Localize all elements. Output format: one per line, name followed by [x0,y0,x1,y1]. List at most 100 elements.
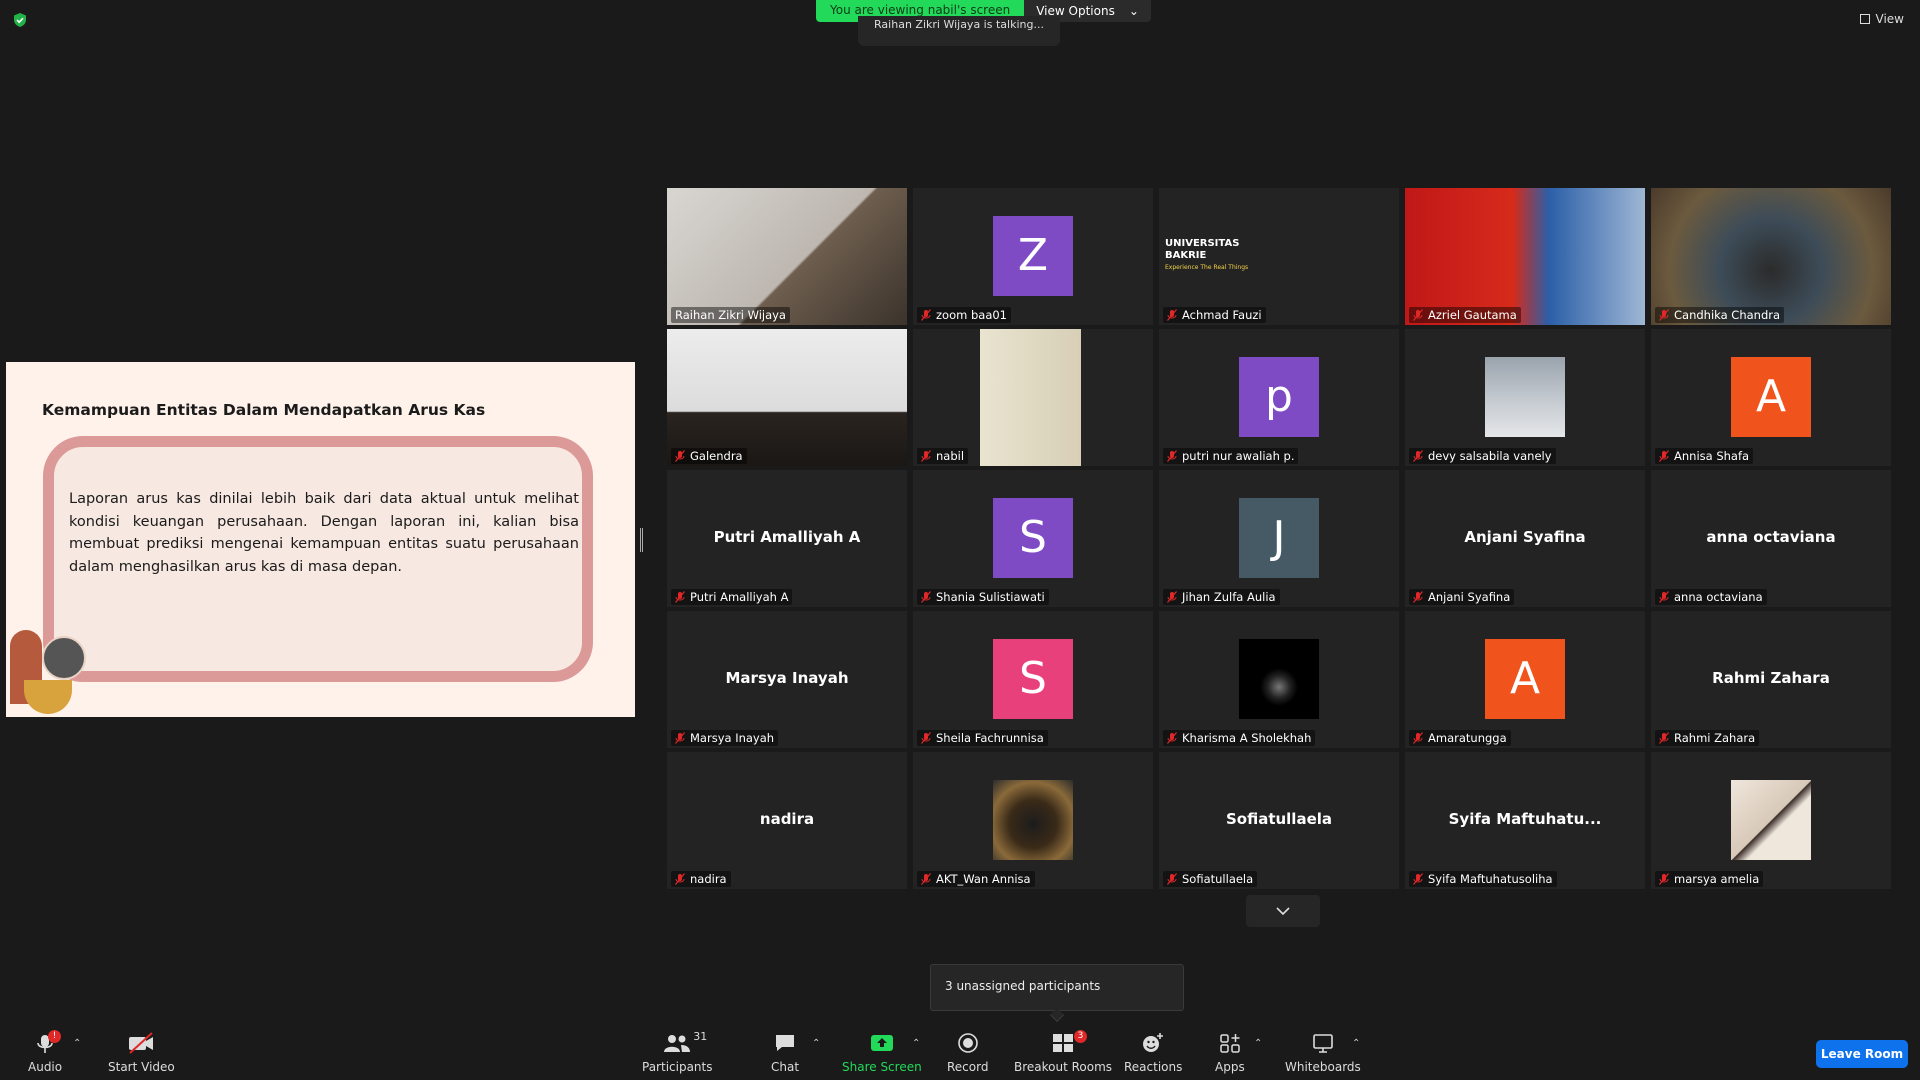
slide-text-box: Laporan arus kas dinilai lebih baik dari… [43,436,593,682]
participant-tile[interactable]: S Shania Sulistiawati [913,470,1153,607]
participant-tile[interactable]: marsya amelia [1651,752,1891,889]
participant-tile[interactable]: Syifa Maftuhatu... Syifa Maftuhatusoliha [1405,752,1645,889]
panel-resize-handle[interactable] [640,528,643,552]
participant-tile[interactable]: Marsya Inayah Marsya Inayah [667,611,907,748]
participant-tile[interactable]: devy salsabila vanely [1405,329,1645,466]
apps-button[interactable]: Apps [1215,1030,1245,1074]
participant-tile[interactable]: A Amaratungga [1405,611,1645,748]
participant-name-label: Syifa Maftuhatusoliha [1409,871,1557,887]
participant-name: putri nur awaliah p. [1182,449,1295,463]
participant-name-label: nadira [671,871,731,887]
participant-avatar: A [1485,638,1565,719]
gallery-next-page-button[interactable] [1246,895,1320,927]
participant-tile[interactable]: Azriel Gautama [1405,188,1645,325]
microphone-muted-icon [1413,450,1423,462]
video-off-icon [127,1030,155,1056]
chevron-down-icon: ⌄ [1128,4,1139,18]
participant-name: Jihan Zulfa Aulia [1182,590,1276,604]
participant-tile[interactable]: nadira nadira [667,752,907,889]
participant-tile[interactable]: Candhika Chandra [1651,188,1891,325]
participant-video [667,329,907,466]
microphone-muted-icon [1167,591,1177,603]
reactions-label: Reactions [1124,1060,1183,1074]
participant-tile[interactable]: p putri nur awaliah p. [1159,329,1399,466]
start-video-button[interactable]: Start Video [108,1030,175,1074]
audio-label: Audio [28,1060,63,1074]
participant-tile[interactable]: A Annisa Shafa [1651,329,1891,466]
microphone-muted-icon [921,591,931,603]
slide-title: Kemampuan Entitas Dalam Mendapatkan Arus… [42,401,486,419]
whiteboard-icon [1312,1030,1334,1056]
participant-name: Galendra [690,449,743,463]
record-label: Record [947,1060,989,1074]
participant-name: marsya amelia [1674,872,1760,886]
microphone-icon: ! [36,1030,62,1056]
participant-name-label: Annisa Shafa [1655,448,1754,464]
participant-video [1405,188,1645,325]
record-button[interactable]: Record [947,1030,988,1074]
participants-count: 31 [693,1030,708,1043]
reactions-button[interactable]: Reactions [1124,1030,1182,1074]
participant-name: Amaratungga [1428,731,1507,745]
audio-button[interactable]: ! Audio [28,1030,62,1074]
chat-options-caret-icon[interactable]: ⌃ [812,1038,820,1049]
share-screen-icon [870,1030,894,1056]
participant-name-label: marsya amelia [1655,871,1764,887]
participant-tile[interactable]: J Jihan Zulfa Aulia [1159,470,1399,607]
participant-avatar: S [993,497,1073,578]
participant-tile[interactable]: Rahmi Zahara Rahmi Zahara [1651,611,1891,748]
participant-tile[interactable]: Sofiatullaela Sofiatullaela [1159,752,1399,889]
whiteboards-options-caret-icon[interactable]: ⌃ [1352,1038,1360,1049]
participant-name-label: Jihan Zulfa Aulia [1163,589,1280,605]
participant-name-label: Candhika Chandra [1655,307,1785,323]
participant-display-name: Rahmi Zahara [1712,669,1830,687]
participant-name: Anjani Syafina [1428,590,1511,604]
participant-name: Annisa Shafa [1674,449,1750,463]
breakout-rooms-label: Breakout Rooms [1014,1060,1113,1074]
security-shield-icon[interactable] [12,12,28,28]
participant-tile[interactable]: Galendra [667,329,907,466]
participant-name-label: Achmad Fauzi [1163,307,1266,323]
participant-display-name: Putri Amalliyah A [713,528,861,546]
leave-room-button[interactable]: Leave Room [1816,1040,1908,1068]
participants-button[interactable]: 31 Participants [642,1030,713,1074]
participant-name: zoom baa01 [936,308,1007,322]
layout-grid-icon [1859,14,1870,24]
participant-tile[interactable]: Putri Amalliyah A Putri Amalliyah A [667,470,907,607]
breakout-rooms-icon: 3 [1052,1030,1088,1056]
whiteboards-button[interactable]: Whiteboards [1285,1030,1361,1074]
shared-screen-slide: Kemampuan Entitas Dalam Mendapatkan Arus… [6,362,635,717]
participant-video [913,329,1153,466]
breakout-rooms-button[interactable]: 3 Breakout Rooms [1014,1030,1112,1074]
chevron-down-icon [1276,907,1290,916]
participant-avatar: A [1731,356,1811,437]
share-options-caret-icon[interactable]: ⌃ [912,1038,920,1049]
share-screen-button[interactable]: Share Screen [842,1030,922,1074]
participant-tile[interactable]: Anjani Syafina Anjani Syafina [1405,470,1645,607]
participants-icon: 31 [663,1030,707,1056]
participant-tile[interactable]: Kharisma A Sholekhah [1159,611,1399,748]
active-speaker-banner: Raihan Zikri Wijaya is talking... [858,16,1060,46]
slide-body-text: Laporan arus kas dinilai lebih baik dari… [69,491,579,575]
unassigned-participants-tooltip[interactable]: 3 unassigned participants [930,964,1184,1011]
participant-tile[interactable]: anna octaviana anna octaviana [1651,470,1891,607]
participant-tile[interactable]: Zzoom baa01 [913,188,1153,325]
slide-decoration-leaf [42,636,86,680]
participant-video [667,188,907,325]
participant-name-label: Rahmi Zahara [1655,730,1760,746]
participant-tile[interactable]: nabil [913,329,1153,466]
participant-tile[interactable]: S Sheila Fachrunnisa [913,611,1153,748]
participant-name: Sheila Fachrunnisa [936,731,1044,745]
participant-tile[interactable]: Raihan Zikri Wijaya [667,188,907,325]
view-layout-button[interactable]: View [1859,12,1904,26]
audio-options-caret-icon[interactable]: ⌃ [73,1038,81,1049]
participant-tile[interactable]: UNIVERSITAS BAKRIE Experience The Real Thi… [1159,188,1399,325]
participant-tile[interactable]: AKT_Wan Annisa [913,752,1153,889]
participant-name-label: Sheila Fachrunnisa [917,730,1048,746]
participant-gallery: Raihan Zikri Wijaya Zzoom baa01 UNIVERSITA… [667,188,1896,889]
apps-options-caret-icon[interactable]: ⌃ [1254,1038,1262,1049]
chat-button[interactable]: Chat [771,1030,799,1074]
microphone-muted-icon [921,309,931,321]
microphone-muted-icon [1167,873,1177,885]
participant-display-name: Anjani Syafina [1464,528,1586,546]
